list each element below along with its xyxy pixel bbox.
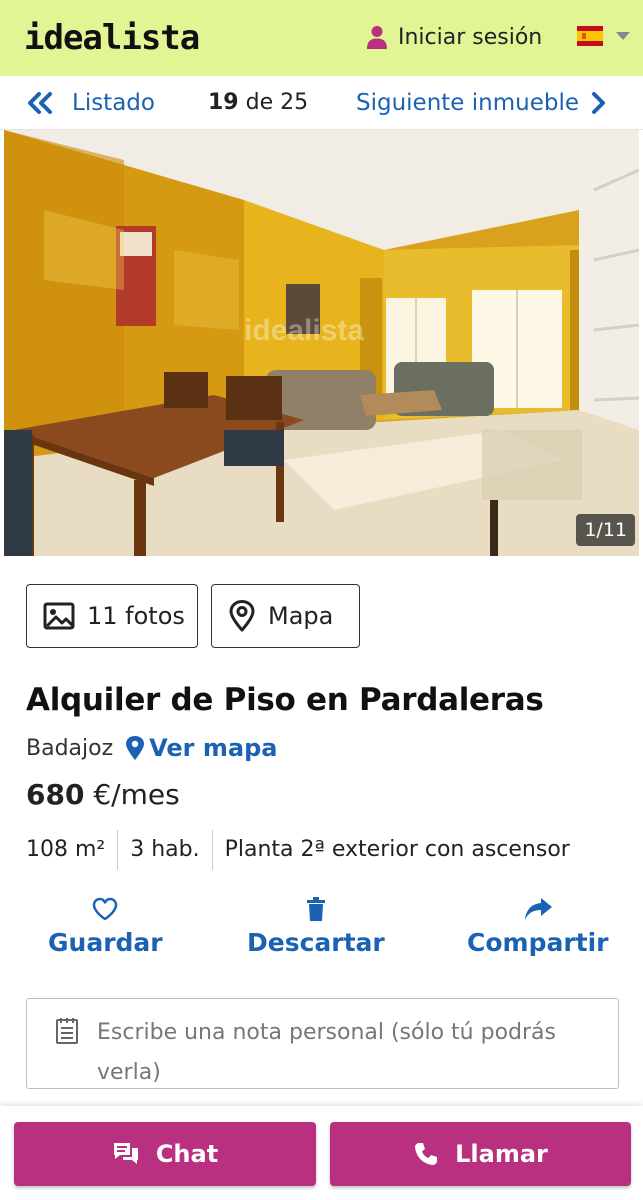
- map-button[interactable]: Mapa: [211, 584, 360, 648]
- save-label: Guardar: [48, 928, 163, 957]
- notepad-icon: [56, 1018, 78, 1044]
- listing-features: 108 m² 3 hab. Planta 2ª exterior con asc…: [26, 830, 582, 870]
- price-unit: €/mes: [93, 778, 180, 811]
- listing-title: Alquiler de Piso en Pardaleras: [26, 682, 544, 718]
- feature-rooms: 3 hab.: [117, 830, 211, 870]
- feature-floor: Planta 2ª exterior con ascensor: [211, 830, 582, 870]
- map-pin-icon: [229, 600, 255, 632]
- svg-text:idealista: idealista: [244, 314, 364, 347]
- trash-icon: [306, 897, 325, 921]
- listing-photo[interactable]: idealista 1/11: [4, 130, 639, 556]
- current-index: 19: [208, 90, 239, 115]
- location-pin-icon: [126, 736, 145, 760]
- login-button[interactable]: Iniciar sesión: [366, 20, 542, 54]
- double-chevron-left-icon: [28, 92, 52, 114]
- listing-location: Badajoz Ver mapa: [26, 734, 277, 762]
- listing-position: 19 de 25: [208, 88, 308, 118]
- listing-price: 680 €/mes: [26, 778, 180, 811]
- share-button[interactable]: Compartir: [467, 896, 609, 957]
- spain-flag-icon[interactable]: [577, 26, 603, 46]
- chevron-right-icon: [592, 92, 606, 114]
- login-label: Iniciar sesión: [398, 24, 543, 50]
- chat-button[interactable]: Chat: [14, 1122, 316, 1186]
- save-button[interactable]: Guardar: [48, 896, 163, 957]
- personal-note-field[interactable]: Escribe una nota personal (sólo tú podrá…: [26, 998, 619, 1089]
- discard-label: Descartar: [247, 928, 385, 957]
- chat-label: Chat: [155, 1140, 219, 1168]
- chat-bubbles-icon: [113, 1143, 138, 1164]
- next-listing-link[interactable]: Siguiente inmueble: [356, 88, 606, 118]
- discard-button[interactable]: Descartar: [247, 896, 385, 957]
- total-count: 25: [280, 90, 309, 115]
- top-header: idealista Iniciar sesión: [0, 0, 643, 76]
- share-arrow-icon: [524, 898, 552, 920]
- feature-area: 108 m²: [26, 837, 106, 862]
- view-map-label: Ver mapa: [149, 734, 278, 762]
- back-to-list-link[interactable]: Listado: [26, 88, 155, 118]
- call-label: Llamar: [455, 1140, 548, 1168]
- phone-icon: [415, 1143, 438, 1165]
- view-map-link[interactable]: Ver mapa: [125, 734, 277, 762]
- share-label: Compartir: [467, 928, 609, 957]
- image-icon: [43, 602, 75, 630]
- price-amount: 680: [26, 778, 85, 811]
- map-label: Mapa: [268, 602, 334, 630]
- language-dropdown-caret-icon[interactable]: [616, 32, 630, 40]
- user-icon: [367, 26, 387, 49]
- living-room-photo: idealista: [4, 130, 639, 556]
- call-button[interactable]: Llamar: [330, 1122, 631, 1186]
- of-label: de: [245, 90, 274, 115]
- photos-button[interactable]: 11 fotos: [26, 584, 198, 648]
- city-label: Badajoz: [26, 735, 114, 761]
- idealista-logo[interactable]: idealista: [24, 18, 200, 58]
- photo-counter: 1/11: [576, 514, 635, 546]
- heart-icon: [93, 897, 118, 921]
- photos-label: 11 fotos: [87, 602, 185, 630]
- listing-navigation: Listado 19 de 25 Siguiente inmueble: [0, 76, 643, 130]
- back-label: Listado: [72, 90, 155, 116]
- note-placeholder: Escribe una nota personal (sólo tú podrá…: [97, 1020, 556, 1085]
- next-label: Siguiente inmueble: [356, 90, 580, 116]
